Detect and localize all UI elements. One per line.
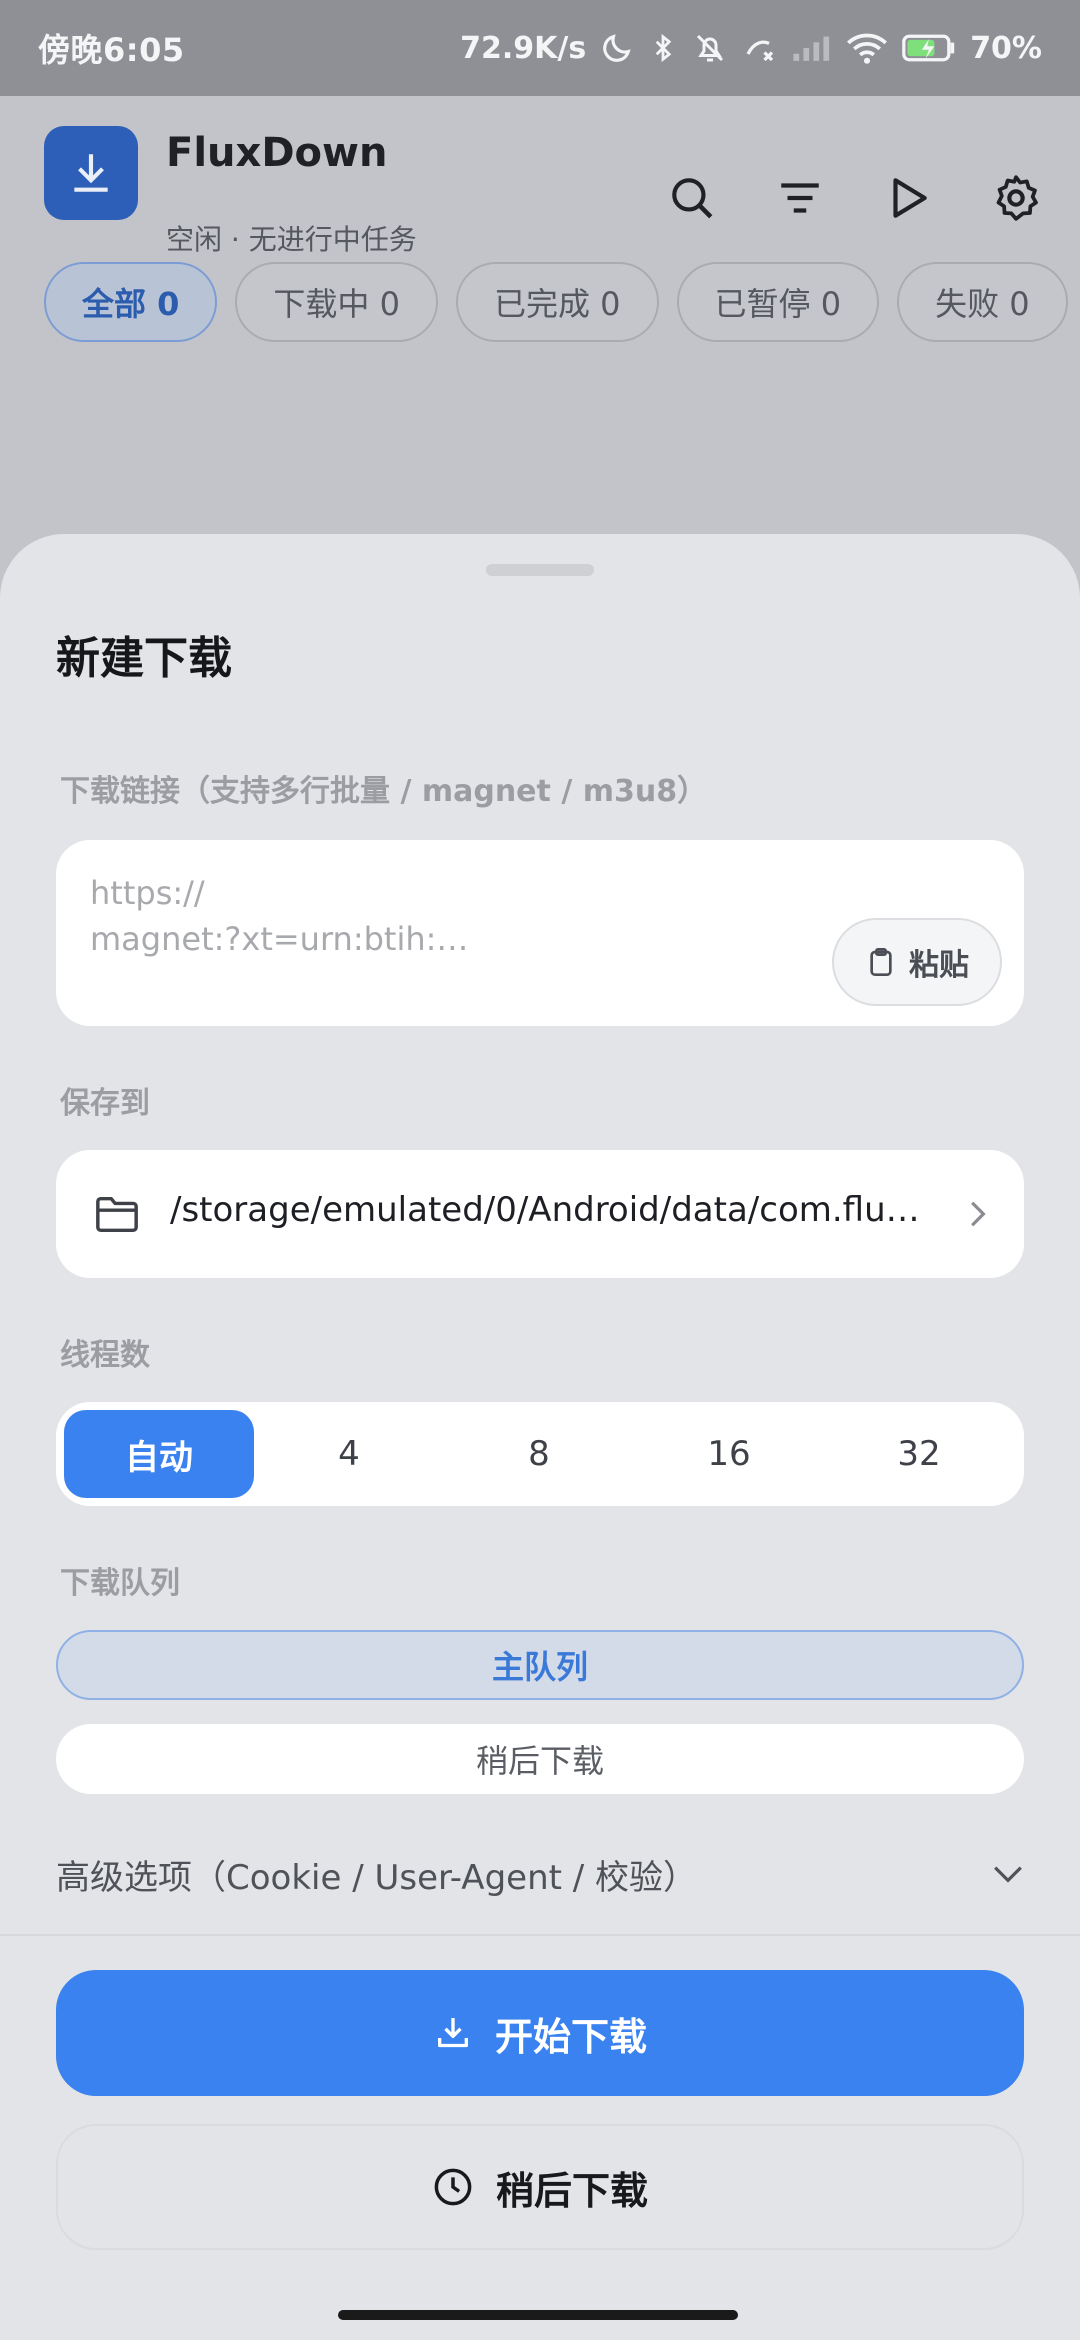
drag-handle[interactable] — [486, 564, 594, 576]
clock-icon — [434, 2168, 472, 2206]
filter-chip-completed[interactable]: 已完成 0 — [455, 262, 659, 342]
threads-segmented-control: 自动 4 8 16 32 — [56, 1402, 1024, 1506]
url-label: 下载链接（支持多行批量 / magnet / m3u8） — [60, 774, 708, 809]
network-speed: 72.9K/s — [460, 30, 587, 66]
advanced-options-label: 高级选项（Cookie / User-Agent / 校验） — [56, 1857, 698, 1898]
bell-off-icon — [697, 34, 724, 62]
chevron-down-icon — [994, 1866, 1022, 1883]
paste-button[interactable]: 粘贴 — [832, 918, 1002, 1006]
save-label: 保存到 — [60, 1086, 150, 1121]
queue-option-main[interactable]: 主队列 — [56, 1630, 1024, 1700]
thread-option-32[interactable]: 32 — [824, 1410, 1014, 1498]
download-icon — [437, 2018, 468, 2048]
queue-option-later[interactable]: 稍后下载 — [56, 1724, 1024, 1794]
filter-chip-downloading[interactable]: 下载中 0 — [235, 262, 438, 342]
battery-percent: 70% — [970, 30, 1042, 66]
divider — [0, 1934, 1080, 1936]
battery-charging-icon — [902, 34, 955, 62]
advanced-options-toggle[interactable]: 高级选项（Cookie / User-Agent / 校验） — [56, 1844, 1024, 1904]
new-download-sheet: 新建下载 下载链接（支持多行批量 / magnet / m3u8） https:… — [0, 534, 1080, 2340]
home-indicator[interactable] — [338, 2310, 738, 2320]
app-subtitle: 空闲 · 无进行中任务 — [166, 223, 417, 256]
filter-icon — [781, 183, 819, 213]
threads-label: 线程数 — [60, 1338, 150, 1373]
status-filter-tabs: 全部 0 下载中 0 已完成 0 已暂停 0 失败 0 — [44, 262, 1068, 342]
app-title: FluxDown — [166, 130, 388, 176]
download-icon — [74, 154, 108, 192]
download-later-label: 稍后下载 — [495, 2168, 648, 2213]
url-input-card[interactable]: https:// magnet:?xt=urn:btih:… 粘贴 — [56, 840, 1024, 1026]
filter-chip-all[interactable]: 全部 0 — [44, 262, 218, 342]
status-time: 傍晚6:05 — [38, 31, 185, 69]
play-icon — [893, 178, 927, 218]
signal-icon — [793, 36, 830, 61]
download-later-button[interactable]: 稍后下载 — [56, 2124, 1024, 2250]
url-input[interactable]: https:// magnet:?xt=urn:btih:… — [90, 870, 850, 962]
chevron-right-icon — [971, 1201, 986, 1227]
paste-label: 粘贴 — [909, 948, 969, 983]
status-bar: 傍晚6:05 72.9K/s 70% — [0, 0, 1080, 96]
search-icon — [672, 178, 713, 219]
filter-button[interactable] — [772, 170, 828, 226]
clipboard-icon — [870, 948, 892, 976]
app-header: FluxDown 空闲 · 无进行中任务 — [44, 126, 1044, 256]
header-actions — [664, 170, 1044, 226]
search-button[interactable] — [664, 170, 720, 226]
queue-label: 下载队列 — [60, 1566, 180, 1601]
wifi-icon — [847, 33, 888, 64]
call-missed-icon — [746, 40, 774, 62]
folder-icon — [96, 1196, 138, 1233]
thread-option-16[interactable]: 16 — [634, 1410, 824, 1498]
gear-icon — [996, 175, 1038, 221]
settings-button[interactable] — [988, 170, 1044, 226]
filter-chip-failed[interactable]: 失败 0 — [897, 262, 1068, 342]
save-path-selector[interactable]: /storage/emulated/0/Android/data/com.flu… — [56, 1150, 1024, 1278]
start-download-button[interactable]: 开始下载 — [56, 1970, 1024, 2096]
play-button[interactable] — [880, 170, 936, 226]
sheet-title: 新建下载 — [56, 633, 232, 684]
moon-icon — [603, 34, 631, 62]
thread-option-4[interactable]: 4 — [254, 1410, 444, 1498]
save-path: /storage/emulated/0/Android/data/com.flu… — [170, 1190, 920, 1230]
thread-option-auto[interactable]: 自动 — [64, 1410, 254, 1498]
bluetooth-icon — [655, 33, 672, 63]
filter-chip-paused[interactable]: 已暂停 0 — [676, 262, 880, 342]
status-icons: 72.9K/s 70% — [460, 30, 1042, 66]
app-logo — [44, 126, 138, 220]
start-download-label: 开始下载 — [494, 2014, 647, 2059]
thread-option-8[interactable]: 8 — [444, 1410, 634, 1498]
